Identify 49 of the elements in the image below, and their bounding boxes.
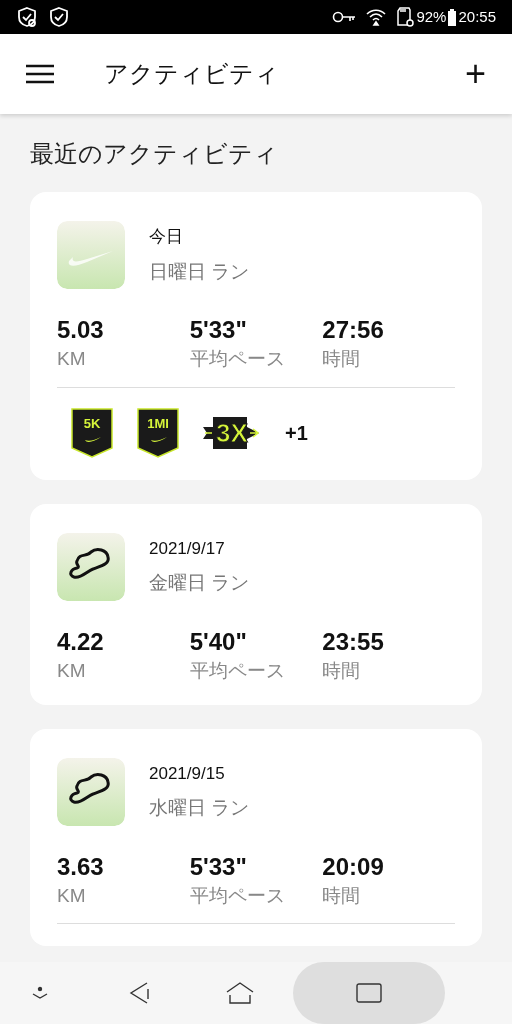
recents-icon [356,983,382,1003]
sd-card-icon [396,7,415,27]
route-map-thumbnail [57,757,125,826]
back-icon [128,981,152,1005]
stat-label: 時間 [322,883,362,908]
stat-value: 27:56 [322,315,385,345]
add-button[interactable]: + [464,56,486,92]
shield-check-icon [48,6,70,28]
stat-value: 5.03 [57,315,105,345]
stat-value: 5'33" [189,315,248,345]
activity-card[interactable]: 2021/9/15 水曜日 ラン 3.63 KM 5'33" 平均ペース 20:09 時間 [30,728,482,947]
activity-name: 水曜日 ラン [149,796,250,820]
stat-label: 時間 [322,347,362,371]
stat-value: 5'40" [189,626,248,657]
stat-label: 平均ペース [189,658,286,683]
stat-label: KM [57,883,87,908]
stat-value: 3.63 [57,851,105,882]
activity-card[interactable]: 今日 日曜日 ラン 5.03 KM 5'33" 平均ペース 27:56 時間 5K 1MI 3X +1 [30,192,482,480]
stat-label: KM [57,347,87,371]
battery-icon [448,8,457,26]
stat-label: KM [57,658,87,683]
activity-name: 金曜日 ラン [149,571,250,596]
stat-label: 平均ペース [189,347,286,371]
activity-card[interactable]: 2021/9/17 金曜日 ラン 4.22 KM 5'40" 平均ペース 23:55 時間 [30,503,482,705]
wifi-icon [366,8,387,26]
route-map-thumbnail [57,532,125,601]
stat-label: 時間 [322,658,362,683]
section-title: 最近のアクティビティ [30,139,279,169]
swoosh-thumbnail [57,221,125,289]
activity-date: 今日 [149,226,184,248]
more-badges-count: +1 [285,420,308,446]
stat-label: 平均ペース [189,883,286,908]
chevron-down-icon [31,986,49,1000]
activity-name: 日曜日 ラン [149,259,250,284]
achievement-badge: 1MI [137,407,179,458]
achievement-badge: 5K [71,407,113,458]
activity-date: 2021/9/17 [149,537,226,560]
home-icon [225,981,255,1005]
menu-icon [26,64,54,84]
stat-value: 23:55 [322,626,385,657]
key-icon [332,10,357,24]
stat-value: 4.22 [57,626,105,657]
app-title: アクティビティ [104,59,279,89]
activity-date: 2021/9/15 [149,762,226,785]
battery-percent: 92% [416,6,447,27]
clock: 20:55 [458,6,496,27]
stat-value: 5'33" [189,851,248,882]
stat-value: 20:09 [322,851,385,882]
shield-sync-icon [16,6,38,28]
